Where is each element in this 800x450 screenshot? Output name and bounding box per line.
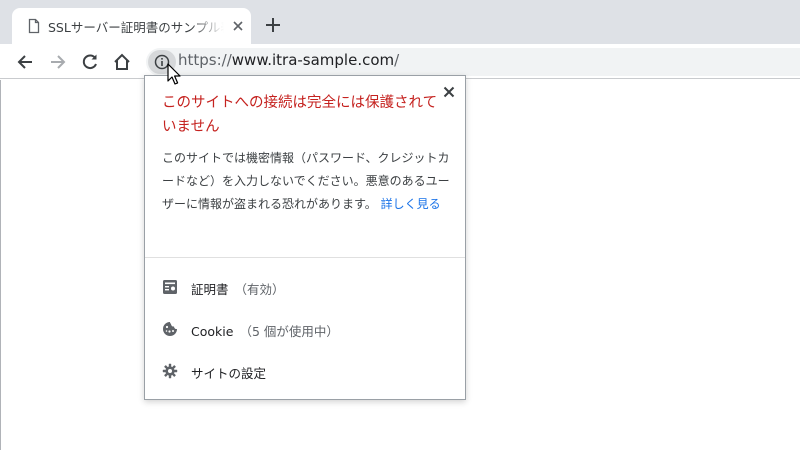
certificate-icon <box>163 280 177 294</box>
certificate-status: （有効） <box>234 282 285 297</box>
connection-warning-title: このサイトへの接続は完全には保護されていません <box>162 95 438 135</box>
cookie-icon <box>163 322 177 336</box>
site-settings-item[interactable]: サイトの設定 <box>145 353 465 389</box>
browser-toolbar <box>0 44 800 79</box>
browser-tab[interactable]: SSLサーバー証明書のサンプル表示 <box>12 8 251 44</box>
cookie-label: Cookie （5 個が使用中） <box>191 321 339 340</box>
page-border <box>0 80 1 450</box>
tab-strip: SSLサーバー証明書のサンプル表示 <box>0 0 800 44</box>
arrow-right-icon[interactable] <box>48 52 68 72</box>
cookie-label-text: Cookie <box>191 324 234 339</box>
gear-icon <box>162 363 178 379</box>
reload-icon[interactable] <box>80 52 100 72</box>
divider <box>145 257 465 258</box>
mouse-cursor-icon <box>167 63 181 85</box>
certificate-label-text: 証明書 <box>191 282 229 297</box>
close-icon[interactable] <box>230 18 246 34</box>
certificate-item[interactable]: 証明書 （有効） <box>145 269 465 305</box>
arrow-left-icon[interactable] <box>15 52 35 72</box>
close-icon[interactable] <box>441 84 457 100</box>
learn-more-link[interactable]: 詳しく見る <box>381 197 441 211</box>
site-info-popup: このサイトへの接続は完全には保護されていません このサイトでは機密情報（パスワー… <box>144 75 466 400</box>
url-host: www.itra-sample.com <box>231 51 395 69</box>
page-icon <box>28 18 40 34</box>
site-settings-label: サイトの設定 <box>191 366 267 381</box>
home-icon[interactable] <box>112 52 132 72</box>
url-text[interactable]: https://www.itra-sample.com/ <box>178 51 399 69</box>
cookie-count: （5 個が使用中） <box>239 324 339 339</box>
url-path: / <box>394 51 400 69</box>
url-scheme: https:// <box>178 51 232 69</box>
tab-title: SSLサーバー証明書のサンプル表示 <box>48 20 224 35</box>
certificate-label: 証明書 （有効） <box>191 279 285 298</box>
cookie-item[interactable]: Cookie （5 個が使用中） <box>145 311 465 347</box>
connection-warning-description: このサイトでは機密情報（パスワード、クレジットカードなど）を入力しないでください… <box>162 147 456 216</box>
plus-icon[interactable] <box>262 14 284 36</box>
